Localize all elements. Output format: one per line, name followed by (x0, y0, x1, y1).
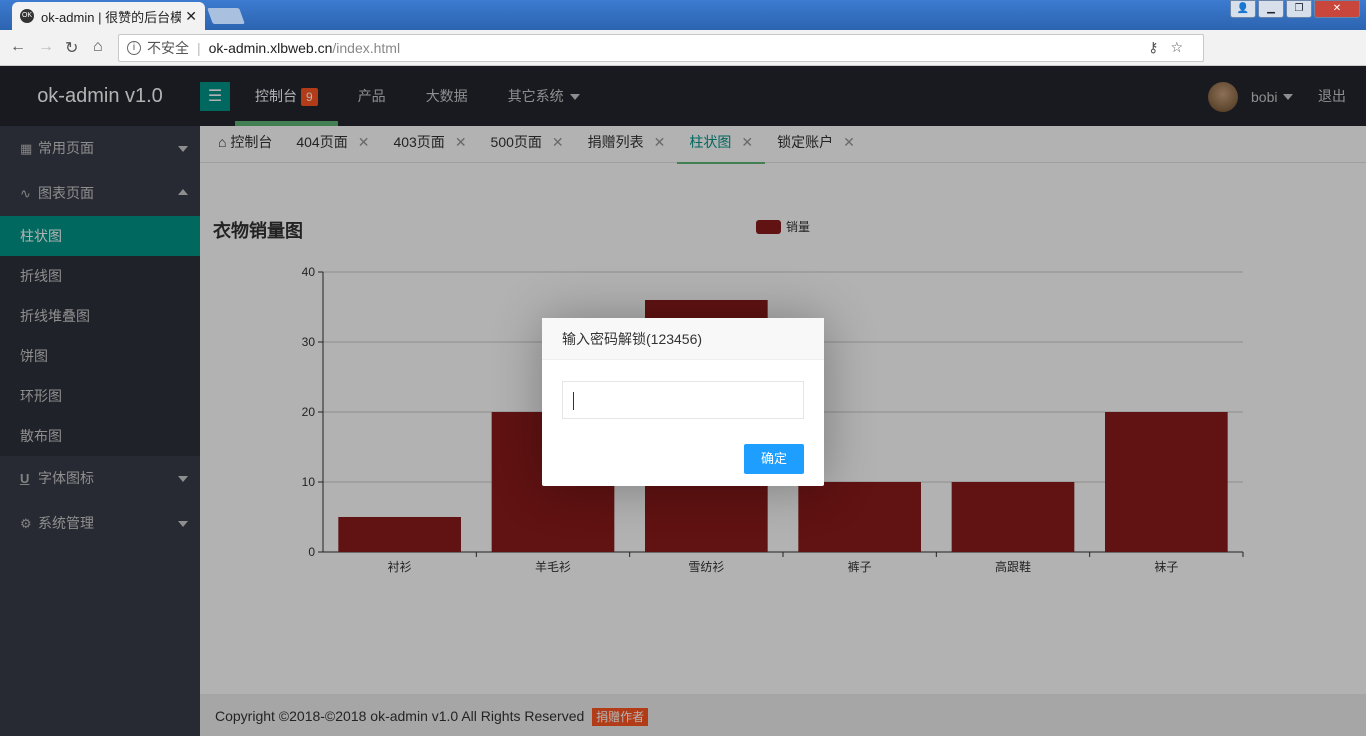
ok-favicon-icon: OK (20, 9, 34, 23)
browser-tab-title: ok-admin | 很赞的后台模 (41, 9, 182, 25)
url-field[interactable]: i 不安全 | ok-admin.xlbweb.cn/index.html ⚷☆ (118, 34, 1204, 62)
window-controls: 👤 ▁ ❐ ✕ (1230, 0, 1360, 18)
address-bar: ← → ↻ ⌂ i 不安全 | ok-admin.xlbweb.cn/index… (0, 30, 1366, 86)
back-icon[interactable]: ← (10, 38, 26, 56)
key-star-icons[interactable]: ⚷☆ (1148, 39, 1195, 56)
minimize-icon[interactable]: ▁ (1258, 0, 1284, 18)
security-label: 不安全 (147, 40, 189, 56)
forward-icon[interactable]: → (38, 38, 54, 56)
info-icon[interactable]: i (127, 41, 141, 55)
maximize-icon[interactable]: ❐ (1286, 0, 1312, 18)
close-tab-icon[interactable]: ✕ (185, 8, 197, 25)
close-window-icon[interactable]: ✕ (1314, 0, 1360, 18)
password-input[interactable] (562, 381, 804, 419)
browser-titlebar: OK ok-admin | 很赞的后台模 ✕ 👤 ▁ ❐ ✕ (0, 0, 1366, 30)
unlock-dialog: 输入密码解锁(123456) 确定 (542, 318, 824, 486)
new-tab-button[interactable] (207, 8, 245, 24)
reload-icon[interactable]: ↻ (65, 38, 78, 58)
profile-icon[interactable]: 👤 (1230, 0, 1256, 18)
dialog-title: 输入密码解锁(123456) (542, 318, 824, 360)
home-icon[interactable]: ⌂ (93, 38, 103, 56)
url-path: /index.html (332, 40, 401, 56)
modal-shade-header (0, 66, 1366, 126)
browser-tab[interactable]: OK ok-admin | 很赞的后台模 ✕ (12, 2, 205, 30)
url-domain: ok-admin.xlbweb.cn (208, 40, 333, 56)
confirm-button[interactable]: 确定 (744, 444, 804, 474)
